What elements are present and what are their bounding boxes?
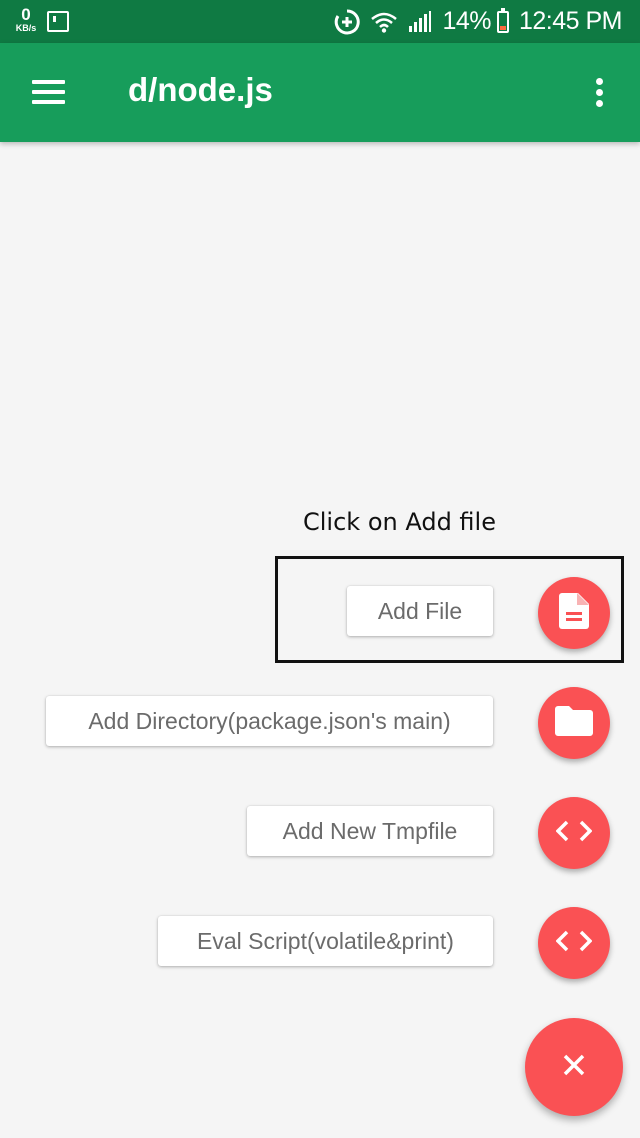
screen-icon <box>47 11 69 32</box>
instruction-caption: Click on Add file <box>303 508 496 536</box>
hamburger-menu-icon[interactable] <box>28 75 72 109</box>
clock: 12:45 PM <box>518 7 623 35</box>
add-file-button[interactable] <box>538 577 610 649</box>
code-icon <box>555 930 593 957</box>
add-new-tmpfile-button[interactable] <box>538 797 610 869</box>
wifi-icon <box>370 11 398 33</box>
close-speed-dial-button[interactable] <box>525 1018 623 1116</box>
eval-script-label-button[interactable]: Eval Script(volatile&print) <box>158 916 493 966</box>
network-speed-value: 0 <box>21 5 31 24</box>
add-file-label-button[interactable]: Add File <box>347 586 493 636</box>
network-speed-unit: KB/s <box>15 23 37 33</box>
battery-percent: 14% <box>442 7 491 35</box>
page-title: d/node.js <box>128 71 273 108</box>
add-directory-label-button[interactable]: Add Directory(package.json's main) <box>46 696 493 746</box>
battery-icon <box>496 7 509 33</box>
close-icon <box>563 1054 585 1081</box>
file-icon <box>559 592 589 634</box>
network-speed-indicator: 0 KB/s <box>12 6 40 33</box>
more-vert-icon[interactable] <box>585 74 615 110</box>
add-new-tmpfile-label-button[interactable]: Add New Tmpfile <box>247 806 493 856</box>
code-icon <box>555 820 593 847</box>
add-directory-button[interactable] <box>538 687 610 759</box>
signal-icon <box>408 10 432 33</box>
app-bar: d/node.js <box>0 43 640 142</box>
status-icons: 14% 12:45 PM <box>334 0 623 43</box>
eval-script-button[interactable] <box>538 907 610 979</box>
status-bar: 0 KB/s 14% 12:45 PM <box>0 0 640 43</box>
folder-icon <box>555 705 593 741</box>
data-saver-icon <box>334 8 361 35</box>
